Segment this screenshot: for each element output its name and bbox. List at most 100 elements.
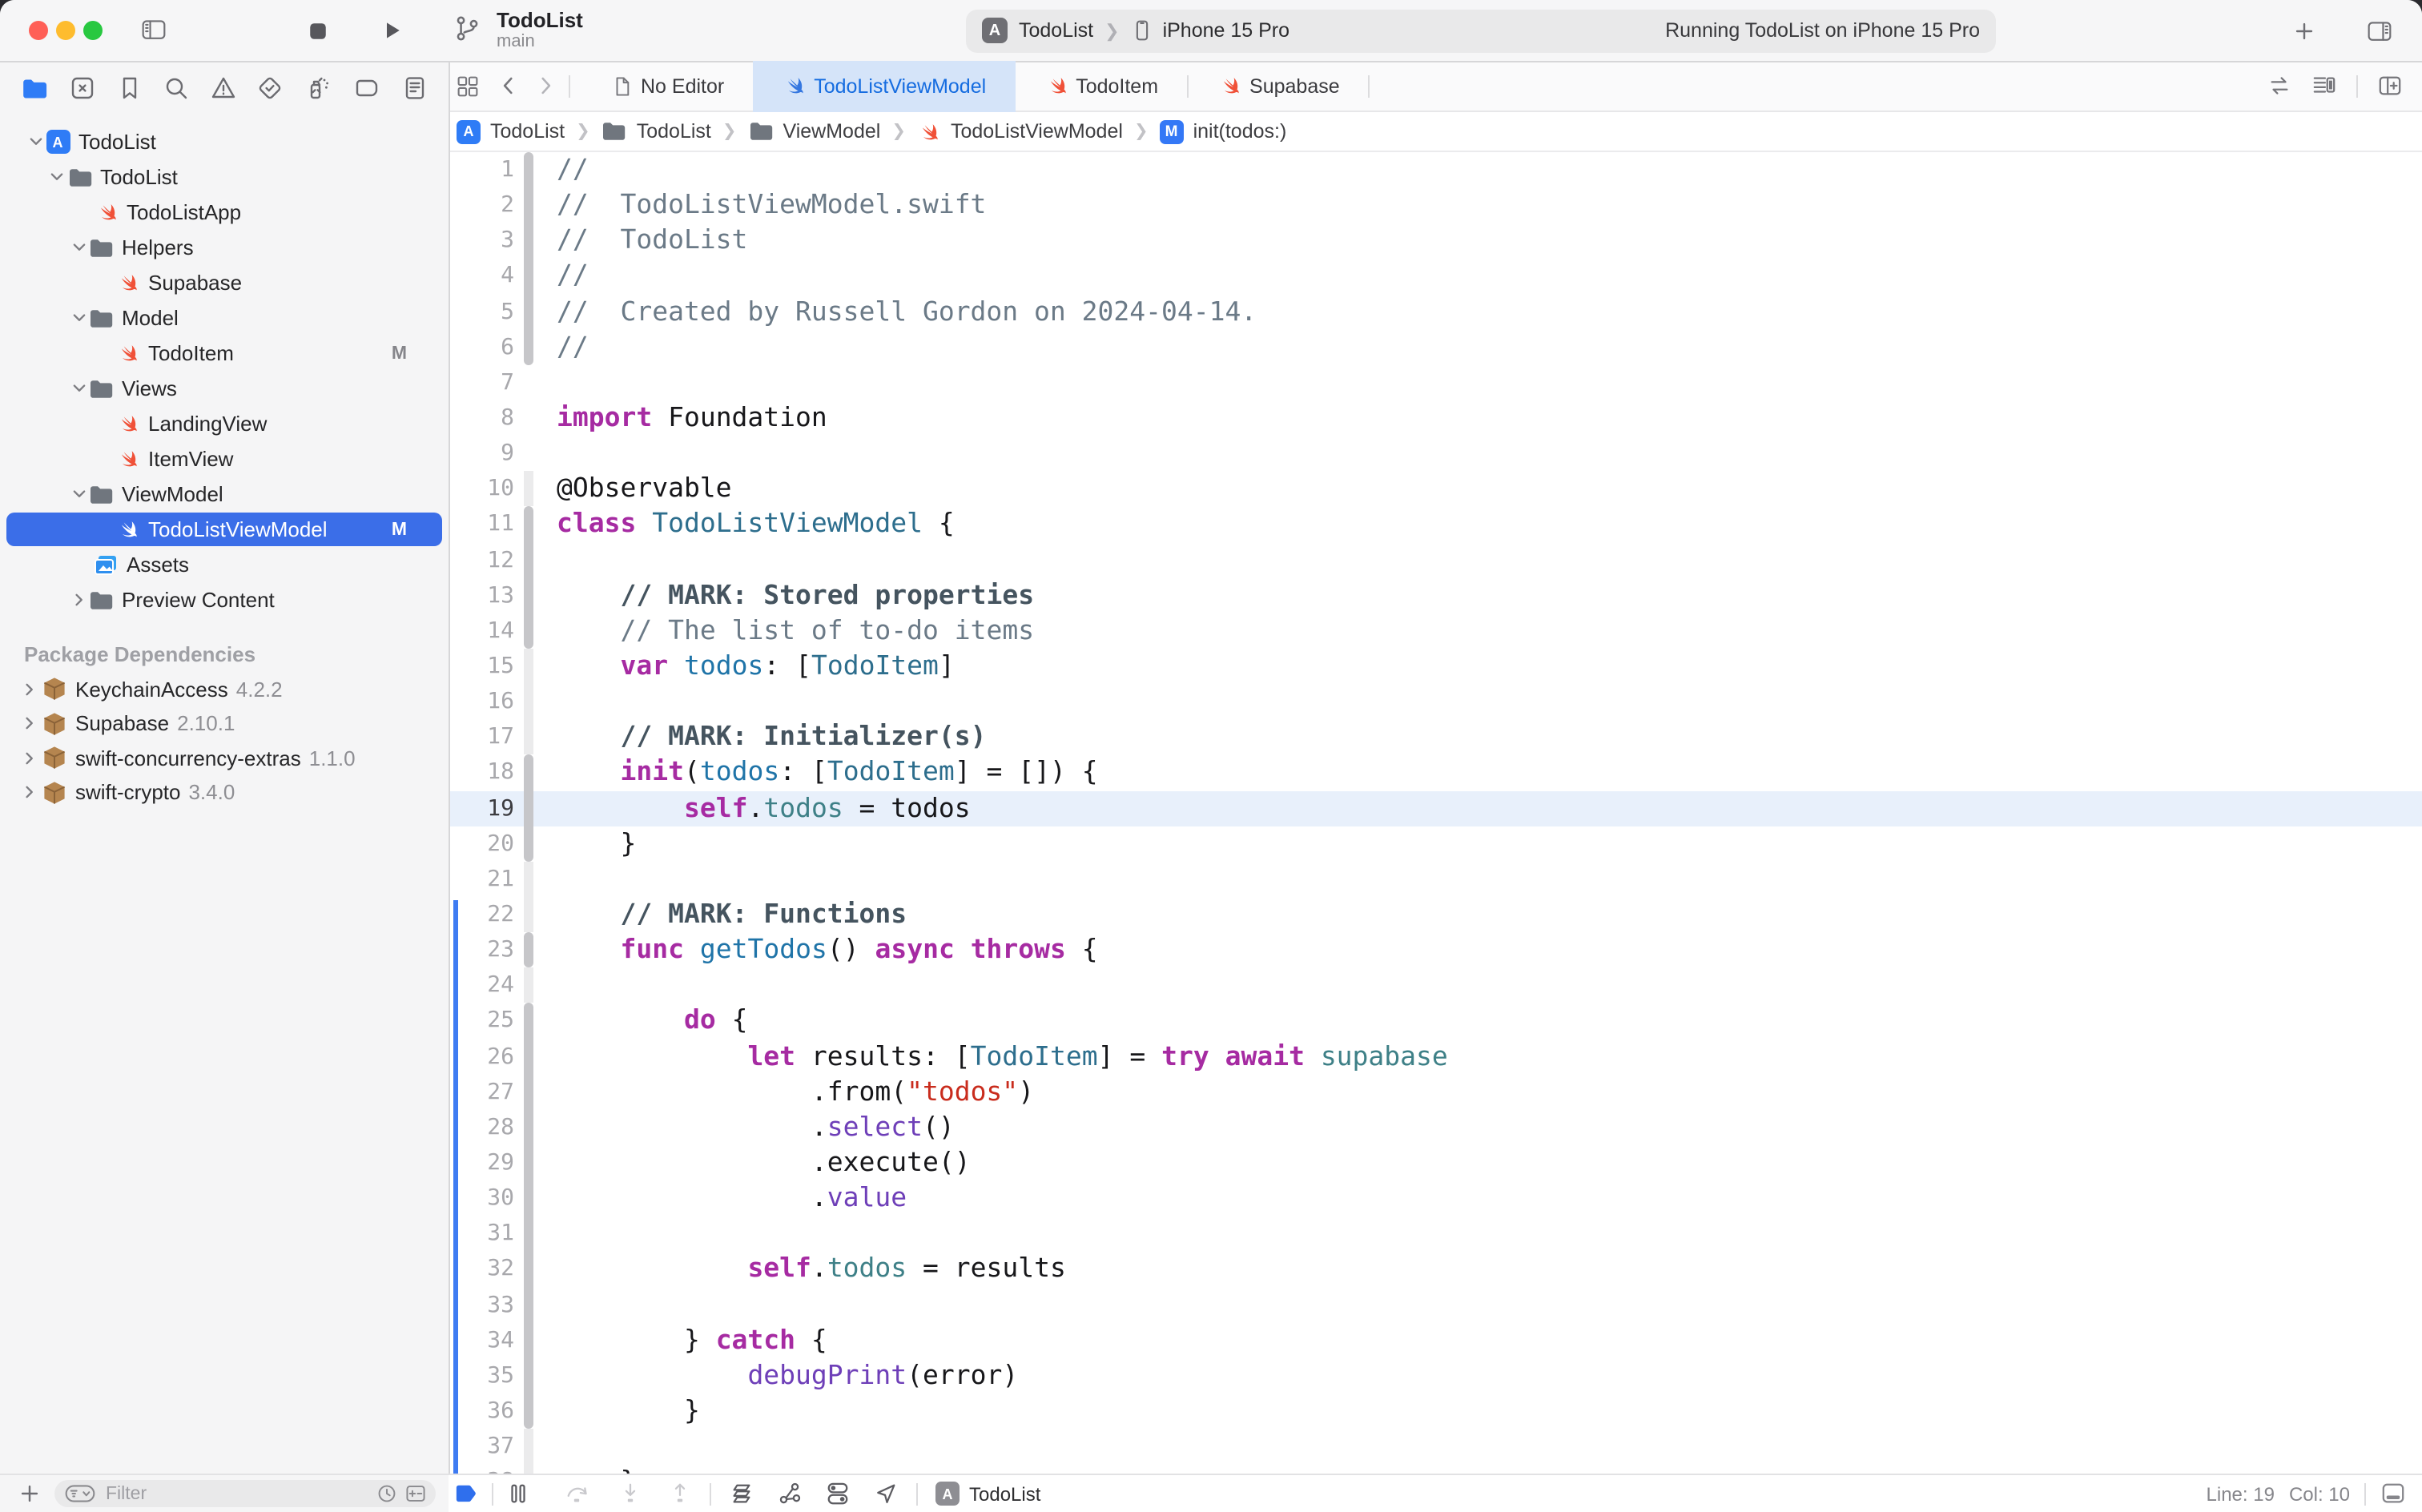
code-text: // [557, 331, 589, 362]
sidebar-item-todolistviewmodel[interactable]: TodoListViewModel M [0, 512, 449, 547]
sidebar-item-assets[interactable]: Assets [0, 547, 449, 582]
sidebar-item-preview-content[interactable]: Preview Content [0, 582, 449, 617]
sidebar-item-model[interactable]: Model [0, 300, 449, 336]
line-number: 26 [487, 1044, 514, 1070]
breadcrumb-item-todolistviewmodel[interactable]: TodoListViewModel [917, 119, 1123, 143]
chevron-down-icon[interactable] [69, 380, 88, 397]
sidebar-item-helpers[interactable]: Helpers [0, 230, 449, 265]
sidebar-item-views[interactable]: Views [0, 371, 449, 406]
debug-navigator-icon[interactable] [305, 75, 332, 101]
toggle-debug-area-icon[interactable] [2380, 1482, 2406, 1506]
breadcrumb-item-todolist[interactable]: A TodoList [457, 119, 565, 143]
sidebar-item-itemview[interactable]: ItemView [0, 441, 449, 477]
change-bar [523, 967, 533, 1003]
chevron-right-icon[interactable] [19, 784, 38, 802]
breakpoints-toggle-button[interactable] [455, 1482, 479, 1506]
toggle-right-sidebar-icon[interactable] [2364, 19, 2395, 45]
sidebar-item-label: TodoList [78, 130, 156, 154]
tab-todolistviewmodel[interactable]: TodoListViewModel [753, 61, 1016, 111]
reports-navigator-icon[interactable] [402, 75, 428, 101]
chevron-down-icon[interactable] [47, 168, 66, 186]
add-file-button[interactable] [19, 1483, 40, 1504]
line-number: 1 [501, 157, 514, 183]
scheme-destination[interactable]: iPhone 15 Pro [1163, 19, 1289, 42]
source-control-navigator-icon[interactable] [69, 75, 96, 101]
zoom-button[interactable] [83, 21, 103, 40]
chevron-down-icon[interactable] [26, 133, 45, 151]
flag-filter-icon[interactable] [404, 1483, 428, 1504]
forward-button[interactable] [535, 76, 556, 97]
chevron-down-icon[interactable] [69, 309, 88, 327]
chevron-right-icon[interactable] [19, 715, 38, 733]
sidebar-item-landingview[interactable]: LandingView [0, 406, 449, 441]
package-item-swift-crypto[interactable]: swift-crypto 3.4.0 [0, 775, 449, 810]
code-text: // [557, 154, 589, 184]
source-editor[interactable]: 1 // 2 // TodoListViewModel.swift 3 // TodoLi… [450, 152, 2422, 1474]
swap-editors-icon[interactable] [2267, 74, 2292, 99]
tab-supabase[interactable]: Supabase [1189, 61, 1369, 111]
close-button[interactable] [29, 21, 48, 40]
sidebar-item-viewmodel[interactable]: ViewModel [0, 477, 449, 512]
line-number: 38 [450, 1464, 514, 1474]
toggle-left-sidebar-icon[interactable] [139, 18, 168, 43]
find-navigator-icon[interactable] [163, 75, 188, 101]
code-line-28: 28 .select() [450, 1109, 2422, 1145]
sidebar-item-todoitem[interactable]: TodoItem M [0, 336, 449, 371]
sidebar-item-todolist[interactable]: A TodoList [0, 124, 449, 159]
scheme-app-name[interactable]: TodoList [1019, 19, 1093, 42]
scheme-selector[interactable]: A TodoList ❯ iPhone 15 Pro Running TodoL… [966, 9, 1996, 52]
chevron-right-icon[interactable] [19, 681, 38, 698]
tab-todoitem[interactable]: TodoItem [1015, 61, 1187, 111]
run-button[interactable] [381, 18, 404, 41]
code-text: // TodoListViewModel.swift [557, 189, 987, 220]
line-number: 8 [501, 404, 514, 431]
project-navigator-icon[interactable] [21, 74, 48, 102]
breakpoints-navigator-icon[interactable] [352, 75, 381, 101]
sidebar-item-todolist[interactable]: TodoList [0, 159, 449, 195]
pause-button[interactable] [506, 1482, 530, 1506]
simulate-location-button[interactable] [873, 1482, 899, 1506]
bookmarks-navigator-icon[interactable] [117, 75, 143, 101]
sidebar-item-todolistapp[interactable]: TodoListApp [0, 195, 449, 230]
memory-graph-button[interactable] [777, 1482, 803, 1506]
stop-button[interactable] [308, 20, 328, 41]
breadcrumb-item-init-todos-[interactable]: Minit(todos:) [1159, 119, 1286, 143]
breadcrumb-item-todolist[interactable]: TodoList [601, 119, 711, 144]
breadcrumb-item-viewmodel[interactable]: ViewModel [748, 119, 880, 144]
tab-no-editor[interactable]: No Editor [583, 61, 753, 111]
package-version: 3.4.0 [188, 780, 235, 805]
code-line-19: 19 self.todos = todos [450, 790, 2422, 826]
chevron-right-icon[interactable] [69, 591, 88, 609]
chevron-down-icon[interactable] [69, 239, 88, 256]
issues-navigator-icon[interactable] [209, 75, 236, 101]
package-item-keychainaccess[interactable]: KeychainAccess 4.2.2 [0, 672, 449, 706]
recent-files-icon[interactable] [376, 1483, 397, 1504]
environment-overrides-button[interactable] [825, 1482, 851, 1506]
filter-menu-icon[interactable] [62, 1483, 98, 1504]
package-item-swift-concurrency-extras[interactable]: swift-concurrency-extras 1.1.0 [0, 741, 449, 775]
code-line-27: 27 .from("todos") [450, 1074, 2422, 1110]
sidebar-item-supabase[interactable]: Supabase [0, 265, 449, 300]
add-tab-button[interactable] [2294, 21, 2315, 42]
minimap-icon[interactable] [2311, 74, 2337, 99]
document-icon [612, 75, 633, 98]
package-item-supabase[interactable]: Supabase 2.10.1 [0, 706, 449, 741]
change-bar [523, 223, 533, 259]
tests-navigator-icon[interactable] [257, 75, 284, 101]
code-line-7: 7 [450, 365, 2422, 400]
chevron-right-icon[interactable] [19, 750, 38, 767]
breadcrumb-label: TodoListViewModel [950, 120, 1123, 143]
folder-icon [66, 164, 92, 190]
add-editor-icon[interactable] [2377, 74, 2403, 99]
chevron-right-icon: ❯ [576, 122, 590, 141]
change-bar [523, 187, 533, 223]
chevron-down-icon[interactable] [69, 485, 88, 503]
filter-field[interactable]: Filter [54, 1479, 436, 1508]
minimize-button[interactable] [56, 21, 75, 40]
back-button[interactable] [498, 76, 519, 97]
swift-icon [115, 446, 140, 472]
view-hierarchy-button[interactable] [729, 1482, 754, 1506]
editor-overview-icon[interactable] [457, 75, 479, 98]
